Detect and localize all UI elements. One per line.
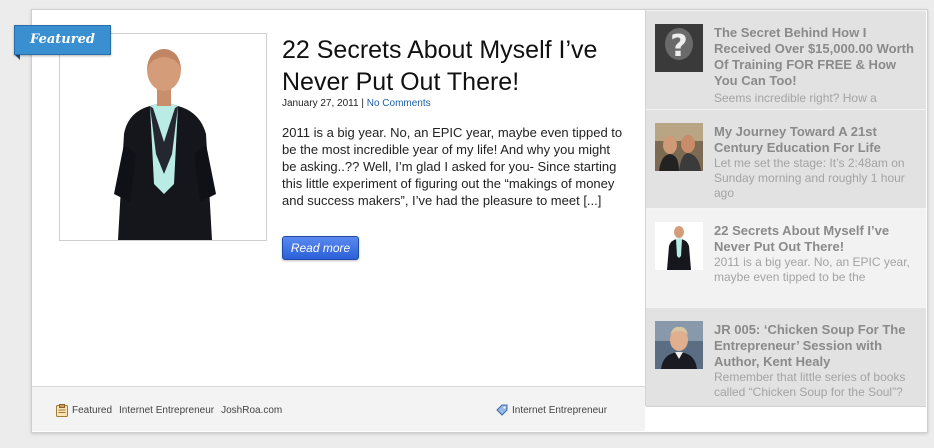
post-date: January 27, 2011 (282, 98, 359, 109)
sidebar-item[interactable]: JR 005: ‘Chicken Soup For The Entreprene… (646, 307, 926, 407)
sidebar-item[interactable]: ? The Secret Behind How I Received Over … (646, 10, 926, 110)
post-footer: Featured Internet Entrepreneur JoshRoa.c… (32, 386, 645, 431)
sidebar-item-title[interactable]: 22 Secrets About Myself I’ve Never Put O… (714, 223, 919, 255)
featured-photo[interactable] (59, 33, 267, 241)
meta-separator: | (361, 98, 364, 109)
post-excerpt: 2011 is a big year. No, an EPIC year, ma… (282, 125, 623, 208)
man-in-suit-thumbnail (655, 222, 703, 270)
category-link-group: Internet Entrepreneur (496, 404, 607, 416)
read-more-button[interactable]: Read more (282, 236, 359, 260)
tag-link[interactable]: Featured (72, 405, 112, 416)
sidebar-item-title[interactable]: JR 005: ‘Chicken Soup For The Entreprene… (714, 322, 919, 370)
svg-text:?: ? (670, 29, 687, 64)
post-meta: January 27, 2011 | No Comments (282, 98, 431, 109)
featured-label: Featured (30, 32, 95, 47)
sidebar-item-excerpt: Remember that little series of books cal… (714, 370, 906, 399)
sidebar-item-excerpt: Let me set the stage: It’s 2:48am on Sun… (714, 156, 905, 200)
category-link[interactable]: Internet Entrepreneur (512, 405, 607, 416)
question-mark-thumbnail: ? (655, 24, 703, 72)
tag-link[interactable]: Internet Entrepreneur (119, 405, 214, 416)
man-in-suit-image (60, 34, 266, 240)
man-smiling-thumbnail (655, 321, 703, 369)
clipboard-icon (56, 404, 68, 417)
two-men-thumbnail (655, 123, 703, 171)
tag-list: Featured Internet Entrepreneur JoshRoa.c… (56, 404, 282, 417)
sidebar-item[interactable]: My Journey Toward A 21st Century Educati… (646, 109, 926, 209)
tag-icon (496, 404, 508, 416)
sidebar-item-active[interactable]: 22 Secrets About Myself I’ve Never Put O… (646, 208, 926, 308)
post-title[interactable]: 22 Secrets About Myself I’ve Never Put O… (282, 34, 632, 98)
sidebar-item-title[interactable]: The Secret Behind How I Received Over $1… (714, 25, 919, 89)
slider-navigation: ? The Secret Behind How I Received Over … (645, 10, 926, 407)
sidebar-item-title[interactable]: My Journey Toward A 21st Century Educati… (714, 124, 919, 156)
sidebar-item-excerpt: Seems incredible right? How a (714, 91, 877, 105)
comments-link[interactable]: No Comments (367, 98, 431, 109)
sidebar-item-excerpt: 2011 is a big year. No, an EPIC year, ma… (714, 255, 910, 284)
tag-link[interactable]: JoshRoa.com (221, 405, 282, 416)
featured-ribbon: Featured (14, 25, 111, 55)
